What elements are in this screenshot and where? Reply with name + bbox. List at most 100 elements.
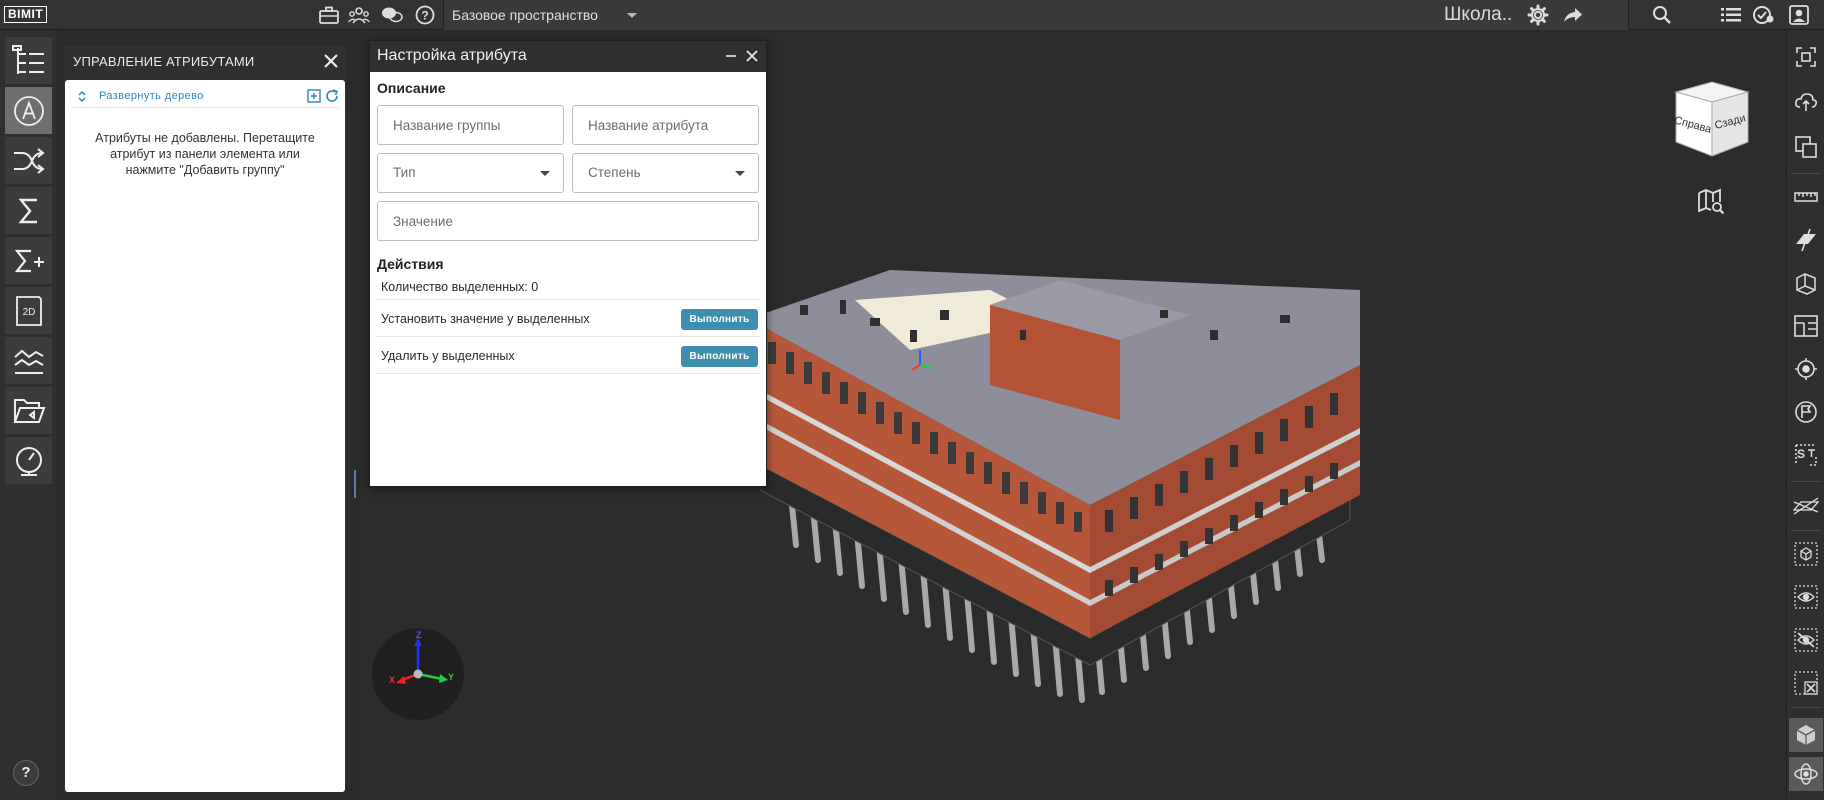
execute-delete-button[interactable]: Выполнить xyxy=(681,346,758,367)
workspace-area: Базовое пространство Школа.. xyxy=(443,0,1629,30)
type-select[interactable]: Тип xyxy=(377,153,564,193)
minimize-icon[interactable] xyxy=(724,49,738,63)
attributes-panel: УПРАВЛЕНИЕ АТРИБУТАМИ Развернуть дерево … xyxy=(64,46,346,792)
empty-message: Атрибуты не добавлены. Перетащите атрибу… xyxy=(95,131,315,177)
clear-selection-button[interactable] xyxy=(1789,666,1823,700)
orbit-icon xyxy=(1794,763,1818,785)
clear-selection-icon xyxy=(1794,671,1818,695)
target-button[interactable] xyxy=(1789,352,1823,386)
svg-text:?: ? xyxy=(421,9,428,23)
floor-plan-icon xyxy=(1794,315,1818,337)
shaded-view-button[interactable] xyxy=(1789,718,1823,752)
toolbar-separator xyxy=(1791,173,1821,174)
briefcase-icon[interactable] xyxy=(317,3,341,27)
chevron-down-icon[interactable] xyxy=(627,13,637,18)
speedometer-button[interactable] xyxy=(5,437,52,484)
2d-drawings-button[interactable]: 2D xyxy=(5,287,52,334)
action-row-delete: Удалить у выделенных Выполнить xyxy=(377,337,759,374)
floor-plan-button[interactable] xyxy=(1789,309,1823,343)
orbit-view-button[interactable] xyxy=(1789,757,1823,791)
attributes-button[interactable] xyxy=(5,87,52,134)
help-circle-icon[interactable]: ? xyxy=(413,3,437,27)
execute-set-value-button[interactable]: Выполнить xyxy=(681,309,758,330)
show-button[interactable] xyxy=(1789,580,1823,614)
eye-off-icon xyxy=(1794,628,1818,652)
cloud-upload-icon xyxy=(1795,93,1817,111)
degree-select-label: Степень xyxy=(588,165,641,180)
action-label: Удалить у выделенных xyxy=(381,349,515,363)
section-plane-button[interactable] xyxy=(1789,223,1823,257)
2d-sheet-icon: 2D xyxy=(15,295,42,326)
flag-circle-icon xyxy=(1795,401,1817,423)
shuffle-button[interactable] xyxy=(5,137,52,184)
selection-s-icon: S xyxy=(1795,444,1817,466)
minimap-search-icon[interactable] xyxy=(1697,188,1725,221)
panel-resize-handle[interactable] xyxy=(354,470,356,498)
value-input[interactable] xyxy=(377,201,759,241)
cloud-upload-button[interactable] xyxy=(1789,85,1823,119)
workspace-select[interactable]: Базовое пространство xyxy=(452,7,598,23)
action-row-set-value: Установить значение у выделенных Выполни… xyxy=(377,300,759,337)
sum-plus-button[interactable] xyxy=(5,237,52,284)
axis-gizmo[interactable]: Z Y X xyxy=(372,628,464,720)
charts-button[interactable] xyxy=(5,337,52,384)
select-tool-button[interactable]: S xyxy=(1789,438,1823,472)
sigma-icon xyxy=(17,198,37,223)
right-toolbar: S xyxy=(1786,30,1824,800)
attribute-name-input[interactable] xyxy=(572,105,759,145)
expand-tree-link[interactable]: Развернуть дерево xyxy=(99,90,204,102)
panel-title: УПРАВЛЕНИЕ АТРИБУТАМИ xyxy=(73,54,255,69)
dialog-header[interactable]: Настройка атрибута xyxy=(370,41,766,72)
user-account-icon[interactable] xyxy=(1787,3,1811,27)
group-name-input[interactable] xyxy=(377,105,564,145)
model-tree-button[interactable] xyxy=(5,37,52,84)
notifications-icon[interactable] xyxy=(1751,3,1775,27)
sum-button[interactable] xyxy=(5,187,52,234)
panel-toolbar: Развернуть дерево xyxy=(71,86,339,108)
issues-button[interactable] xyxy=(1789,395,1823,429)
close-icon[interactable] xyxy=(745,49,759,63)
svg-text:2D: 2D xyxy=(22,307,35,318)
isolate-button[interactable] xyxy=(1789,537,1823,571)
model-title: Школа.. xyxy=(1444,4,1513,25)
attribute-a-icon xyxy=(13,95,44,126)
expand-collapse-icon[interactable] xyxy=(77,90,87,108)
list-icon[interactable] xyxy=(1719,3,1743,27)
attribute-settings-dialog: Настройка атрибута Описание Тип Степень … xyxy=(369,40,767,487)
add-group-icon[interactable] xyxy=(307,89,321,108)
section-box-icon xyxy=(1795,136,1817,158)
measure-button[interactable] xyxy=(1789,180,1823,214)
focus-selection-button[interactable] xyxy=(1789,40,1823,74)
chevron-down-icon xyxy=(735,171,745,176)
3d-section-button[interactable] xyxy=(1789,266,1823,300)
section-box-button[interactable] xyxy=(1789,130,1823,164)
left-toolbar: 2D ? xyxy=(0,30,58,800)
line-chart-icon xyxy=(13,349,43,374)
section-plane-icon xyxy=(1796,228,1816,252)
refresh-icon[interactable] xyxy=(325,89,339,108)
actions-heading: Действия xyxy=(377,256,444,272)
shuffle-icon xyxy=(13,147,45,174)
search-icon[interactable] xyxy=(1650,3,1674,27)
clash-button[interactable] xyxy=(1789,489,1823,523)
gizmo-z-label: Z xyxy=(416,630,422,640)
crosshair-icon xyxy=(1795,358,1817,380)
share-icon[interactable] xyxy=(1562,5,1584,30)
solid-cube-icon xyxy=(1796,725,1816,745)
panel-body: Развернуть дерево Атрибуты не добавлены.… xyxy=(65,80,345,792)
folder-button[interactable] xyxy=(5,387,52,434)
building-model[interactable] xyxy=(760,270,1380,720)
crossed-planes-icon xyxy=(1793,497,1819,515)
team-icon[interactable] xyxy=(347,3,371,27)
settings-gear-icon[interactable] xyxy=(1527,4,1549,31)
close-icon[interactable] xyxy=(320,50,342,72)
chat-icon[interactable] xyxy=(380,3,404,27)
folder-open-icon xyxy=(13,398,45,423)
tree-icon xyxy=(11,44,44,74)
help-button[interactable]: ? xyxy=(13,760,39,786)
navigation-cube[interactable]: Справа Сзади xyxy=(1670,78,1752,160)
degree-select[interactable]: Степень xyxy=(572,153,759,193)
hide-button[interactable] xyxy=(1789,623,1823,657)
gizmo-y-label: Y xyxy=(448,672,455,682)
description-heading: Описание xyxy=(377,80,446,96)
